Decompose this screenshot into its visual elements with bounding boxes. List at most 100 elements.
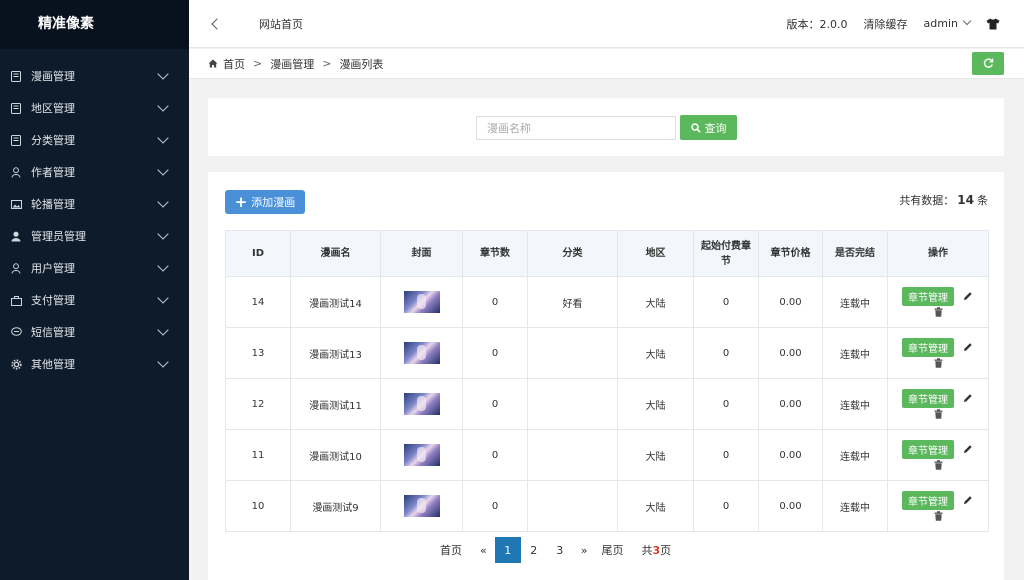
cover-thumbnail[interactable] xyxy=(403,291,440,313)
cell-region: 大陆 xyxy=(617,429,694,481)
cover-thumbnail[interactable] xyxy=(403,495,440,517)
cover-thumbnail[interactable] xyxy=(403,342,440,364)
search-input[interactable] xyxy=(476,116,676,140)
table-row: 11 漫画测试10 0 大陆 0 0.00 连载中 章节管理 xyxy=(225,429,989,481)
theme-shirt-icon[interactable] xyxy=(986,18,1000,30)
cell-chapters: 0 xyxy=(462,276,528,328)
sidebar-item-region[interactable]: 地区管理 xyxy=(0,92,189,124)
cell-name: 漫画测试13 xyxy=(290,327,381,379)
cell-paid-start: 0 xyxy=(693,378,759,430)
column-header: 操作 xyxy=(887,230,989,277)
total-count: 共有数据： 14 条 xyxy=(899,192,988,208)
cell-chapters: 0 xyxy=(462,480,528,532)
chapter-manage-button[interactable]: 章节管理 xyxy=(902,388,954,408)
cell-price: 0.00 xyxy=(758,429,823,481)
sidebar-item-payment[interactable]: 支付管理 xyxy=(0,284,189,316)
edit-icon[interactable] xyxy=(962,290,974,302)
bag-icon xyxy=(10,294,22,306)
user-outline-icon xyxy=(10,262,22,274)
cell-paid-start: 0 xyxy=(693,429,759,481)
search-button[interactable]: 查询 xyxy=(680,115,737,140)
cell-cover xyxy=(380,276,463,328)
column-header: 章节数 xyxy=(462,230,528,277)
search-icon xyxy=(690,122,701,133)
cell-id: 10 xyxy=(225,480,291,532)
page-number[interactable]: 2 xyxy=(521,537,547,563)
chapter-manage-button[interactable]: 章节管理 xyxy=(902,286,954,306)
sidebar-item-users[interactable]: 用户管理 xyxy=(0,252,189,284)
search-button-label: 查询 xyxy=(704,121,727,135)
cell-status: 连载中 xyxy=(822,327,888,379)
column-header: 漫画名 xyxy=(290,230,381,277)
user-name: admin xyxy=(923,17,958,30)
cell-category: 好看 xyxy=(527,276,618,328)
breadcrumb-separator: > xyxy=(253,57,263,70)
cell-name: 漫画测试11 xyxy=(290,378,381,430)
book-icon xyxy=(10,134,22,146)
chapter-manage-button[interactable]: 章节管理 xyxy=(902,337,954,357)
add-comic-button[interactable]: + 添加漫画 xyxy=(225,190,305,214)
sidebar-item-author[interactable]: 作者管理 xyxy=(0,156,189,188)
cell-actions: 章节管理 xyxy=(887,378,989,430)
cell-id: 12 xyxy=(225,378,291,430)
sidebar-item-comic[interactable]: 漫画管理 xyxy=(0,60,189,92)
page-last[interactable]: 尾页 xyxy=(601,542,623,558)
breadcrumb-separator: > xyxy=(322,57,332,70)
sidebar-item-category[interactable]: 分类管理 xyxy=(0,124,189,156)
sidebar: 精准像素 漫画管理 地区管理 分类管理 作者管理 轮播管理 管理员管理 用户管理… xyxy=(0,0,189,580)
sidebar-item-label: 支付管理 xyxy=(31,294,75,307)
chevron-down-icon xyxy=(962,16,972,26)
page-next[interactable]: » xyxy=(581,544,588,557)
sidebar-item-label: 分类管理 xyxy=(31,134,75,147)
trash-icon[interactable] xyxy=(933,409,943,420)
comic-table: ID 漫画名 封面 章节数 分类 地区 起始付费章节 章节价格 是否完结 操作 … xyxy=(225,230,989,532)
edit-icon[interactable] xyxy=(962,392,974,404)
cell-status: 连载中 xyxy=(822,480,888,532)
clear-cache-link[interactable]: 清除缓存 xyxy=(864,16,908,32)
page-prev[interactable]: « xyxy=(480,544,487,557)
book-icon xyxy=(10,102,22,114)
chapter-manage-button[interactable]: 章节管理 xyxy=(902,439,954,459)
sidebar-item-other[interactable]: 其他管理 xyxy=(0,348,189,380)
cell-status: 连载中 xyxy=(822,429,888,481)
cell-chapters: 0 xyxy=(462,327,528,379)
cover-thumbnail[interactable] xyxy=(403,393,440,415)
user-menu[interactable]: admin xyxy=(923,16,972,30)
cell-category xyxy=(527,480,618,532)
trash-icon[interactable] xyxy=(933,511,943,522)
comic-list-panel: + 添加漫画 共有数据： 14 条 ID 漫画名 封面 章节数 分类 地区 起始付费章… xyxy=(208,172,1004,580)
page-first[interactable]: 首页 xyxy=(440,542,462,558)
refresh-button[interactable] xyxy=(972,52,1004,75)
cell-paid-start: 0 xyxy=(693,480,759,532)
page-number[interactable]: 3 xyxy=(547,537,573,563)
cover-thumbnail[interactable] xyxy=(403,444,440,466)
sidebar-item-admin[interactable]: 管理员管理 xyxy=(0,220,189,252)
sidebar-item-label: 短信管理 xyxy=(31,326,75,339)
back-arrow-icon[interactable] xyxy=(211,17,223,30)
total-suffix: 条 xyxy=(977,194,988,207)
trash-icon[interactable] xyxy=(933,307,943,318)
site-home-link[interactable]: 网站首页 xyxy=(259,16,303,32)
page-number[interactable]: 1 xyxy=(494,537,521,563)
column-header: 分类 xyxy=(527,230,618,277)
sidebar-item-label: 其他管理 xyxy=(31,358,75,371)
edit-icon[interactable] xyxy=(962,341,974,353)
cell-cover xyxy=(380,480,463,532)
breadcrumb-comic-list: 漫画列表 xyxy=(339,57,384,71)
trash-icon[interactable] xyxy=(933,358,943,369)
chapter-manage-button[interactable]: 章节管理 xyxy=(902,490,954,510)
version-label: 版本：2.0.0 xyxy=(786,17,848,31)
sidebar-item-sms[interactable]: 短信管理 xyxy=(0,316,189,348)
breadcrumb-comic-manage[interactable]: 漫画管理 xyxy=(270,56,314,72)
edit-icon[interactable] xyxy=(962,494,974,506)
gear-icon xyxy=(10,358,22,370)
trash-icon[interactable] xyxy=(933,460,943,471)
sidebar-item-carousel[interactable]: 轮播管理 xyxy=(0,188,189,220)
search-panel: 查询 xyxy=(208,98,1004,156)
breadcrumb-home[interactable]: 首页 xyxy=(223,56,245,72)
cell-price: 0.00 xyxy=(758,276,823,328)
edit-icon[interactable] xyxy=(962,443,974,455)
chevron-down-icon xyxy=(157,228,169,240)
cell-status: 连载中 xyxy=(822,276,888,328)
sidebar-item-label: 作者管理 xyxy=(31,166,75,179)
